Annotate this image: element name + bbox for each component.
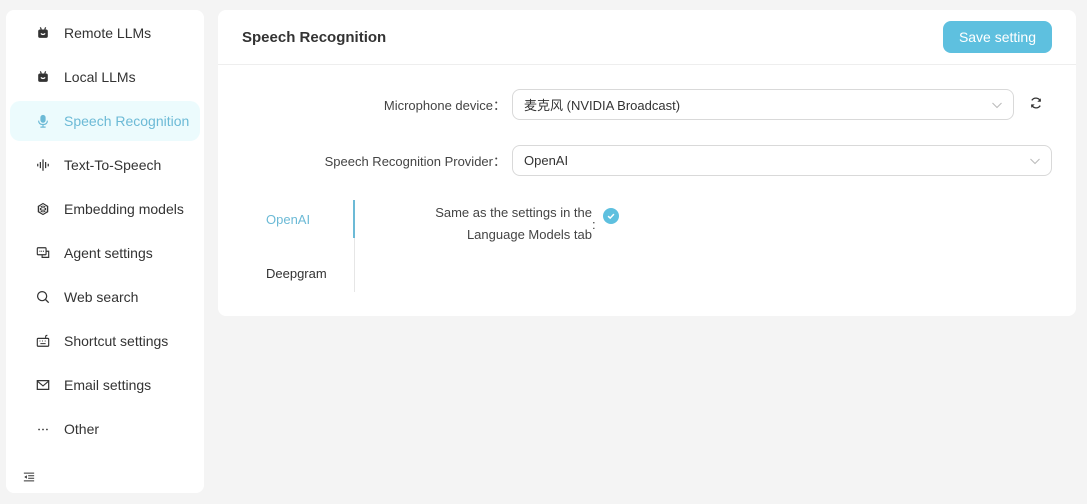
sidebar-item-agent-settings[interactable]: Agent settings bbox=[10, 233, 200, 273]
sidebar-item-label: Embedding models bbox=[64, 201, 184, 217]
provider-value: OpenAI bbox=[524, 152, 569, 168]
sidebar-item-email-settings[interactable]: Email settings bbox=[10, 365, 200, 405]
sidebar: Remote LLMs Local LLMs Speech Recognitio… bbox=[6, 10, 204, 493]
microphone-icon bbox=[35, 113, 51, 129]
tab-openai[interactable]: OpenAI bbox=[266, 212, 310, 227]
sidebar-item-other[interactable]: Other bbox=[10, 409, 200, 449]
save-setting-button[interactable]: Save setting bbox=[942, 21, 1052, 53]
same-settings-label-line1: Same as the settings in the bbox=[435, 205, 592, 220]
provider-tabs: OpenAI Deepgram bbox=[218, 200, 355, 292]
same-settings-label-line2: Language Models tab bbox=[466, 227, 592, 242]
refresh-icon[interactable] bbox=[1029, 96, 1045, 112]
microphone-select[interactable]: 麦克风 (NVIDIA Broadcast) bbox=[512, 88, 1014, 120]
page-title: Speech Recognition bbox=[242, 28, 387, 46]
check-icon bbox=[607, 213, 615, 220]
sidebar-item-web-search[interactable]: Web search bbox=[10, 277, 200, 317]
sidebar-item-remote-llms[interactable]: Remote LLMs bbox=[10, 13, 200, 53]
microphone-row: Microphone device： 麦克风 (NVIDIA Broadcast… bbox=[218, 88, 1076, 120]
sidebar-item-label: Email settings bbox=[64, 377, 152, 393]
menu-fold-icon[interactable] bbox=[23, 470, 37, 484]
sidebar-item-embedding-models[interactable]: Embedding models bbox=[10, 189, 200, 229]
sidebar-item-label: Local LLMs bbox=[64, 69, 136, 85]
sidebar-item-local-llms[interactable]: Local LLMs bbox=[10, 57, 200, 97]
ellipsis-icon bbox=[35, 421, 51, 437]
sidebar-item-label: Speech Recognition bbox=[64, 113, 190, 129]
robot-icon bbox=[35, 69, 51, 85]
sidebar-item-label: Text-To-Speech bbox=[64, 157, 162, 173]
sidebar-item-label: Web search bbox=[64, 289, 139, 305]
chat-bubbles-icon bbox=[35, 245, 51, 261]
sidebar-item-text-to-speech[interactable]: Text-To-Speech bbox=[10, 145, 200, 185]
keyboard-icon bbox=[35, 333, 51, 349]
settings-panel: Speech Recognition Save setting Micropho… bbox=[218, 10, 1076, 316]
tab-active-indicator bbox=[353, 200, 355, 238]
sidebar-item-shortcut-settings[interactable]: Shortcut settings bbox=[10, 321, 200, 361]
microphone-value: 麦克风 (NVIDIA Broadcast) bbox=[524, 97, 681, 113]
sidebar-item-label: Shortcut settings bbox=[64, 333, 169, 349]
same-settings-checkbox[interactable] bbox=[603, 208, 619, 224]
search-icon bbox=[35, 289, 51, 305]
cube-network-icon bbox=[35, 201, 51, 217]
sidebar-item-label: Remote LLMs bbox=[64, 25, 152, 41]
tab-deepgram[interactable]: Deepgram bbox=[266, 266, 327, 281]
label-colon: : bbox=[592, 217, 596, 232]
chevron-down-icon bbox=[1030, 158, 1040, 164]
provider-label: Speech Recognition Provider： bbox=[324, 153, 506, 169]
provider-select[interactable]: OpenAI bbox=[512, 144, 1052, 176]
microphone-label: Microphone device： bbox=[383, 97, 506, 113]
panel-header: Speech Recognition Save setting bbox=[218, 10, 1076, 65]
robot-icon bbox=[35, 25, 51, 41]
chevron-down-icon bbox=[992, 102, 1002, 108]
sidebar-item-label: Other bbox=[64, 421, 100, 437]
sidebar-item-speech-recognition[interactable]: Speech Recognition bbox=[10, 101, 200, 141]
sidebar-item-label: Agent settings bbox=[64, 245, 153, 261]
sound-wave-icon bbox=[35, 157, 51, 173]
same-settings-label: Same as the settings in the Language Mod… bbox=[435, 202, 592, 242]
provider-row: Speech Recognition Provider： OpenAI bbox=[218, 144, 1076, 176]
mail-icon bbox=[35, 377, 51, 393]
